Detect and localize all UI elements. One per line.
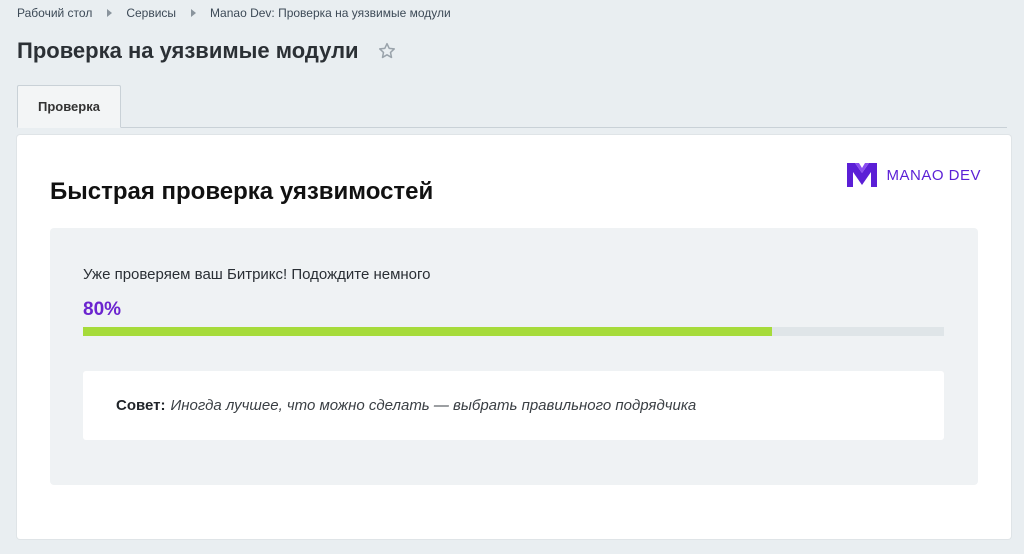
breadcrumb: Рабочий стол Сервисы Manao Dev: Проверка… [17, 6, 451, 20]
brand-logo: MANAO DEV [847, 163, 981, 187]
manao-logo-icon [847, 163, 878, 187]
scan-status-box: Уже проверяем ваш Битрикс! Подождите нем… [50, 228, 978, 485]
tip-label: Совет: [116, 397, 166, 414]
main-panel: MANAO DEV Быстрая проверка уязвимостей У… [17, 135, 1011, 539]
tab-bar: Проверка [17, 83, 1007, 128]
scan-status-text: Уже проверяем ваш Битрикс! Подождите нем… [83, 266, 431, 283]
breadcrumb-arrow-icon [191, 9, 197, 17]
tip-text: Иногда лучшее, что можно сделать — выбра… [170, 397, 697, 414]
breadcrumb-item-services[interactable]: Сервисы [126, 6, 176, 20]
breadcrumb-item-desktop[interactable]: Рабочий стол [17, 6, 92, 20]
section-title: Быстрая проверка уязвимостей [50, 178, 434, 205]
brand-name: MANAO DEV [886, 166, 981, 184]
tab-check[interactable]: Проверка [17, 85, 121, 128]
progress-bar [83, 327, 944, 336]
breadcrumb-arrow-icon [107, 9, 113, 17]
tip-card: Совет: Иногда лучшее, что можно сделать … [83, 371, 944, 440]
progress-percent: 80% [83, 299, 122, 320]
progress-bar-fill [83, 327, 772, 336]
breadcrumb-item-current[interactable]: Manao Dev: Проверка на уязвимые модули [210, 6, 451, 20]
page-title: Проверка на уязвимые модули [17, 38, 359, 63]
title-row: Проверка на уязвимые модули [17, 38, 397, 64]
star-icon[interactable] [377, 41, 397, 61]
